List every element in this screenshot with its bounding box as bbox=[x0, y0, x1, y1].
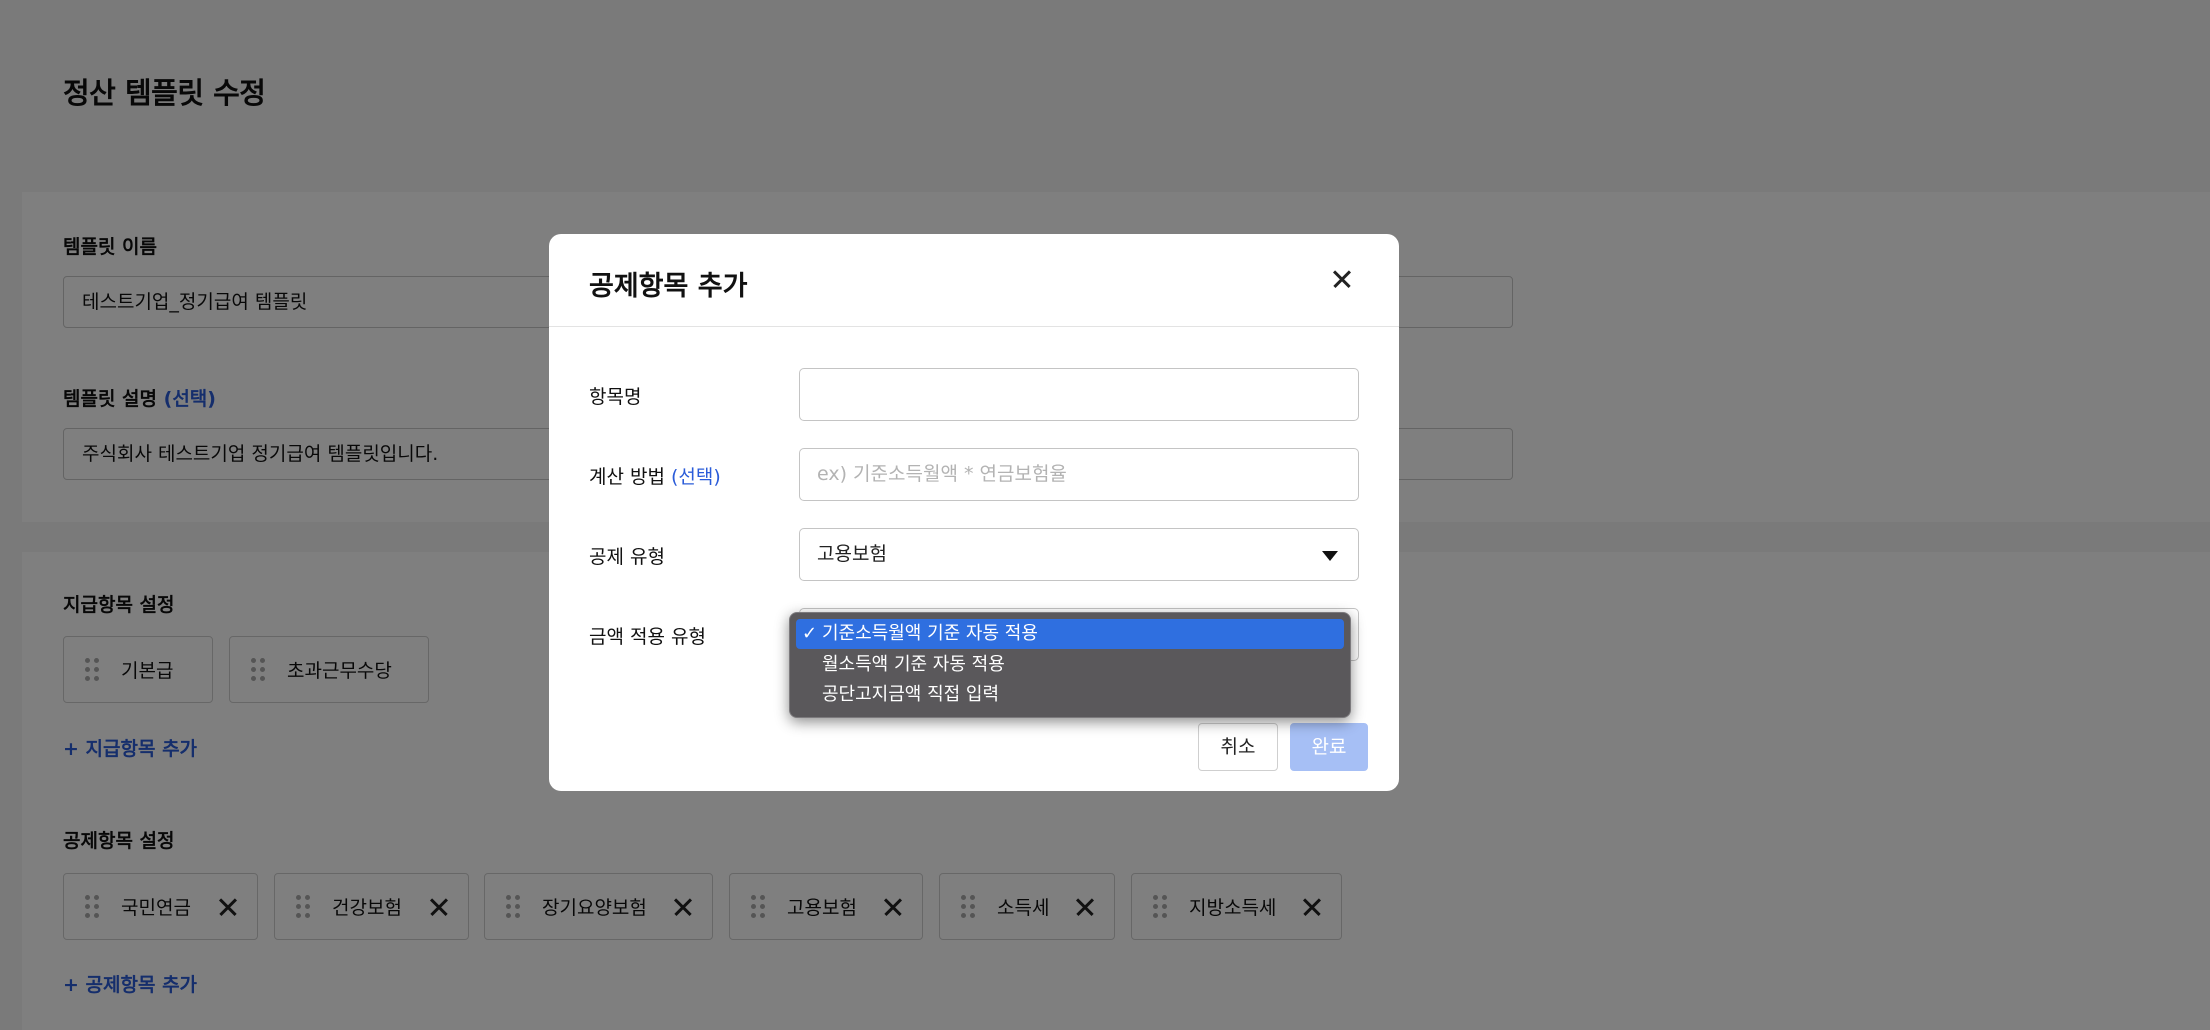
calc-method-label: 계산 방법 (선택) bbox=[589, 466, 721, 488]
amount-type-option[interactable]: 월소득액 기준 자동 적용 bbox=[796, 650, 1344, 680]
caret-down-icon bbox=[1322, 551, 1338, 561]
deduction-type-value: 고용보험 bbox=[817, 543, 887, 565]
optional-tag: (선택) bbox=[671, 466, 721, 488]
modal-header: 공제항목 추가 bbox=[549, 234, 1399, 327]
done-button[interactable]: 완료 bbox=[1290, 723, 1368, 771]
modal-title: 공제항목 추가 bbox=[589, 271, 748, 302]
deduction-type-select[interactable]: 고용보험 bbox=[799, 528, 1359, 581]
checkmark-icon: ✓ bbox=[802, 623, 818, 644]
close-icon[interactable] bbox=[1331, 268, 1353, 290]
deduction-type-label: 공제 유형 bbox=[589, 546, 665, 568]
item-name-label: 항목명 bbox=[589, 386, 642, 408]
amount-type-option[interactable]: 공단고지금액 직접 입력 bbox=[796, 680, 1344, 710]
amount-type-dropdown: ✓ 기준소득월액 기준 자동 적용 월소득액 기준 자동 적용 공단고지금액 직… bbox=[789, 612, 1351, 718]
cancel-button[interactable]: 취소 bbox=[1198, 723, 1278, 771]
amount-type-label: 금액 적용 유형 bbox=[589, 626, 706, 648]
amount-type-option[interactable]: ✓ 기준소득월액 기준 자동 적용 bbox=[796, 619, 1344, 649]
item-name-input[interactable] bbox=[799, 368, 1359, 421]
calc-method-input[interactable]: ex) 기준소득월액 * 연금보험율 bbox=[799, 448, 1359, 501]
